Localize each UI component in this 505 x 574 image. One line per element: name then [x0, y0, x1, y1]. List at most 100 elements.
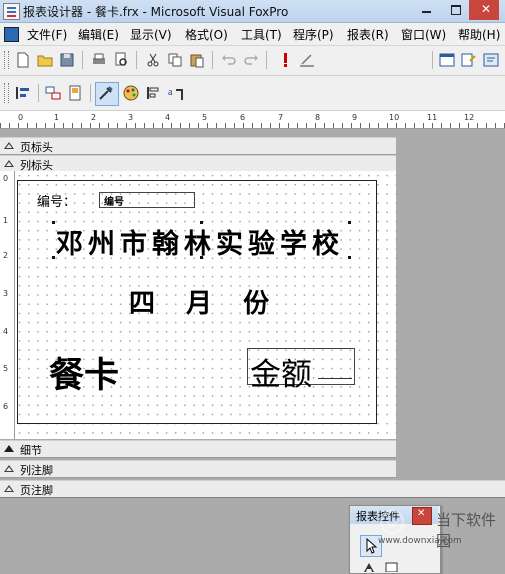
ruler-number: 5	[3, 364, 9, 373]
svg-text:a: a	[168, 87, 173, 98]
selection-handle[interactable]	[200, 256, 203, 259]
band-label: 页注脚	[20, 484, 53, 497]
menu-help[interactable]: 帮助(H)	[458, 26, 500, 43]
selection-handle[interactable]	[52, 221, 55, 224]
ruler-number: 5	[202, 113, 208, 122]
ruler-number: 9	[352, 113, 358, 122]
menu-report[interactable]: 报表(R)	[347, 26, 389, 43]
app-icon	[4, 27, 19, 42]
detail-band[interactable]: 细节	[0, 440, 396, 458]
separator	[266, 51, 267, 69]
label-tool-icon[interactable]	[362, 562, 376, 572]
triangle-icon	[4, 445, 14, 452]
triangle-icon	[4, 142, 14, 149]
menu-view[interactable]: 显示(V)	[130, 26, 172, 43]
separator	[432, 51, 433, 69]
print-preview-icon[interactable]	[112, 51, 130, 69]
menu-program[interactable]: 程序(P)	[293, 26, 334, 43]
field-tool-icon[interactable]	[385, 562, 399, 572]
band-label: 列注脚	[20, 464, 53, 477]
month-label[interactable]: 四 月 份	[129, 283, 280, 320]
undo-icon[interactable]	[220, 51, 238, 69]
maximize-button[interactable]	[441, 0, 471, 20]
toolbar-grip[interactable]	[4, 51, 9, 69]
watermark-url: www.downxia.com	[378, 536, 462, 546]
properties-icon[interactable]	[438, 51, 456, 69]
layout-icon[interactable]	[144, 84, 162, 102]
menu-window[interactable]: 窗口(W)	[401, 26, 446, 43]
data-environment-icon[interactable]	[44, 84, 62, 102]
ruler-number: 8	[315, 113, 321, 122]
menu-format[interactable]: 格式(O)	[185, 26, 228, 43]
ruler-number: 2	[3, 251, 9, 260]
band-label: 页标头	[20, 141, 53, 154]
amount-field[interactable]: 金额	[247, 348, 355, 393]
ruler-number: 2	[91, 113, 97, 122]
selection-handle[interactable]	[348, 221, 351, 224]
selection-handle[interactable]	[200, 221, 203, 224]
code-icon[interactable]	[482, 51, 500, 69]
menu-bar: 文件(F) 编辑(E) 显示(V) 格式(O) 工具(T) 程序(P) 报表(R…	[0, 23, 505, 46]
modify-form-icon[interactable]	[298, 51, 316, 69]
report-designer-toolbar: a	[0, 76, 505, 111]
ruler-number: 3	[128, 113, 134, 122]
menu-tools[interactable]: 工具(T)	[241, 26, 282, 43]
form-designer-icon[interactable]	[460, 51, 478, 69]
toolbar-grip[interactable]	[4, 83, 9, 103]
ruler-number: 0	[18, 113, 24, 122]
cut-icon[interactable]	[144, 51, 162, 69]
band-label: 细节	[20, 444, 42, 457]
copy-icon[interactable]	[166, 51, 184, 69]
report-designer-icon	[3, 3, 20, 20]
amount-field-text: 金额	[250, 357, 312, 393]
title-bar: 报表设计器 - 餐卡.frx - Microsoft Visual FoxPro	[0, 0, 505, 23]
meal-card-label[interactable]: 餐卡	[49, 347, 119, 398]
ruler-number: 1	[54, 113, 60, 122]
menu-edit[interactable]: 编辑(E)	[78, 26, 119, 43]
ruler-number: 7	[278, 113, 284, 122]
menu-file[interactable]: 文件(F)	[27, 26, 67, 43]
column-footer-band[interactable]: 列注脚	[0, 460, 396, 478]
close-button[interactable]	[469, 0, 499, 20]
redo-icon[interactable]	[242, 51, 260, 69]
ruler-number: 6	[3, 402, 9, 411]
ruler-number: 6	[240, 113, 246, 122]
page-header-band[interactable]: 页标头	[0, 137, 396, 155]
number-field-text: 编号	[104, 197, 124, 208]
triangle-icon	[4, 160, 14, 167]
standard-toolbar	[0, 46, 505, 118]
new-icon[interactable]	[14, 51, 32, 69]
designer-empty-area	[397, 154, 505, 494]
window-title: 报表设计器 - 餐卡.frx - Microsoft Visual FoxPro	[23, 5, 289, 19]
report-controls-toolbar-icon[interactable]	[95, 82, 119, 106]
color-palette-icon[interactable]	[122, 84, 140, 102]
ruler-number: 10	[389, 113, 400, 122]
number-label[interactable]: 编号：	[37, 191, 76, 210]
selection-handle[interactable]	[348, 256, 351, 259]
minimize-button[interactable]	[411, 0, 441, 20]
triangle-icon	[4, 465, 14, 472]
selection-handle[interactable]	[52, 256, 55, 259]
font-icon[interactable]: a	[166, 84, 184, 102]
page-footer-band[interactable]: 页注脚	[0, 480, 505, 498]
ruler-number: 3	[3, 289, 9, 298]
print-icon[interactable]	[90, 51, 108, 69]
ruler-number: 12	[464, 113, 475, 122]
ruler-number: 0	[3, 174, 9, 183]
ruler-number: 4	[165, 113, 171, 122]
ruler-number: 11	[427, 113, 438, 122]
align-left-icon[interactable]	[14, 84, 32, 102]
separator	[82, 51, 83, 69]
ruler-number: 1	[3, 216, 9, 225]
separator	[136, 51, 137, 69]
run-icon[interactable]	[276, 51, 294, 69]
number-field[interactable]: 编号	[99, 192, 195, 208]
ruler-number: 4	[3, 327, 9, 336]
open-icon[interactable]	[36, 51, 54, 69]
paste-icon[interactable]	[188, 51, 206, 69]
separator	[90, 84, 91, 102]
save-icon[interactable]	[58, 51, 76, 69]
page-setup-icon[interactable]	[66, 84, 84, 102]
separator	[38, 84, 39, 102]
triangle-icon	[4, 485, 14, 492]
